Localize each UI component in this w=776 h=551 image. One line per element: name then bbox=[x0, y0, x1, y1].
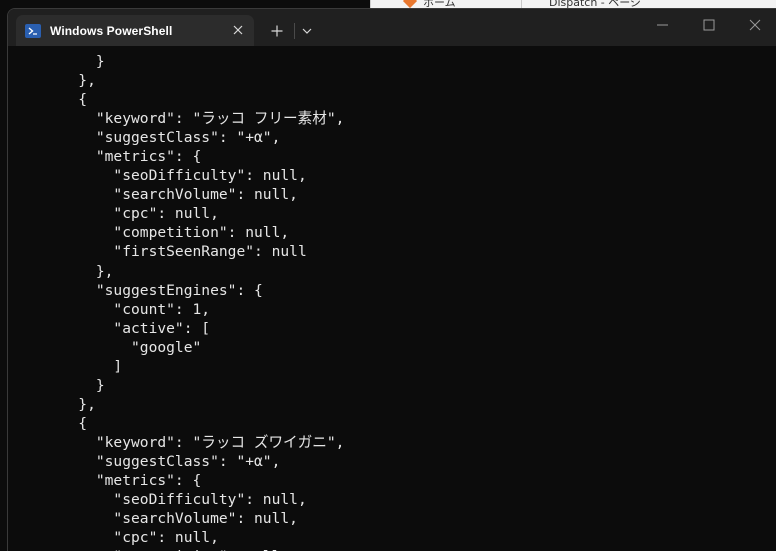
titlebar-divider bbox=[294, 23, 295, 39]
terminal-line: "seoDifficulty": null, bbox=[8, 491, 307, 509]
plus-icon[interactable] bbox=[266, 20, 288, 42]
close-icon[interactable] bbox=[228, 20, 248, 40]
tab-title: Windows PowerShell bbox=[50, 23, 173, 38]
background-tab-divider bbox=[521, 0, 522, 8]
terminal-line: "competition": null, bbox=[8, 224, 290, 242]
terminal-line: "suggestClass": "+α", bbox=[8, 452, 281, 470]
terminal-output[interactable]: } }, { "keyword": "ラッコ フリー素材", "suggestC… bbox=[8, 46, 776, 551]
chevron-down-icon[interactable] bbox=[296, 20, 318, 42]
terminal-line: "cpc": null, bbox=[8, 529, 219, 547]
terminal-line: "count": 1, bbox=[8, 300, 211, 318]
terminal-line: "metrics": { bbox=[8, 472, 202, 490]
terminal-line: }, bbox=[8, 72, 96, 90]
terminal-line: "cpc": null, bbox=[8, 205, 219, 223]
terminal-line: } bbox=[8, 53, 105, 70]
terminal-line: "competition": null, bbox=[8, 547, 344, 551]
terminal-window: Windows PowerShell}}, {"keyword": "ラッ… bbox=[7, 8, 776, 551]
terminal-line: "suggestClass": "+α", bbox=[8, 129, 281, 147]
terminal-line: { bbox=[8, 414, 88, 432]
maximize-icon[interactable] bbox=[694, 13, 724, 37]
terminal-line: "keyword": "ラッコ フリー素材", bbox=[8, 110, 345, 128]
background-tab-home: ホーム bbox=[423, 0, 456, 8]
background-window: ホーム Dispatch - ページ bbox=[370, 0, 776, 8]
terminal-line: ] bbox=[8, 357, 123, 375]
terminal-line: "metrics": { bbox=[8, 148, 202, 166]
terminal-line: { bbox=[8, 91, 88, 109]
window-close-icon[interactable] bbox=[740, 13, 770, 37]
powershell-icon bbox=[25, 23, 41, 38]
terminal-line: "searchVolume": null, bbox=[8, 510, 298, 528]
terminal-line: }, bbox=[8, 262, 114, 280]
terminal-line: "seoDifficulty": null, bbox=[8, 167, 307, 185]
tab-windows-powershell[interactable]: Windows PowerShell bbox=[16, 15, 254, 46]
terminal-lines: } }, { "keyword": "ラッコ フリー素材", "suggestC… bbox=[8, 52, 344, 551]
terminal-line: "keyword": "ラッコ ズワイガニ", bbox=[8, 433, 345, 451]
terminal-line: "google" bbox=[8, 338, 202, 356]
terminal-line: "searchVolume": null, bbox=[8, 186, 298, 204]
title-bar[interactable]: Windows PowerShell bbox=[8, 9, 776, 46]
terminal-line: "firstSeenRange": null bbox=[8, 243, 307, 261]
terminal-line: "suggestEngines": { bbox=[8, 281, 263, 299]
app-icon bbox=[402, 0, 418, 8]
terminal-line: "active": [ bbox=[8, 319, 211, 337]
background-tab-dispatch: Dispatch - ページ bbox=[549, 0, 642, 8]
minimize-icon[interactable] bbox=[648, 13, 678, 37]
terminal-line: } bbox=[8, 376, 105, 394]
terminal-line: }, bbox=[8, 395, 96, 413]
